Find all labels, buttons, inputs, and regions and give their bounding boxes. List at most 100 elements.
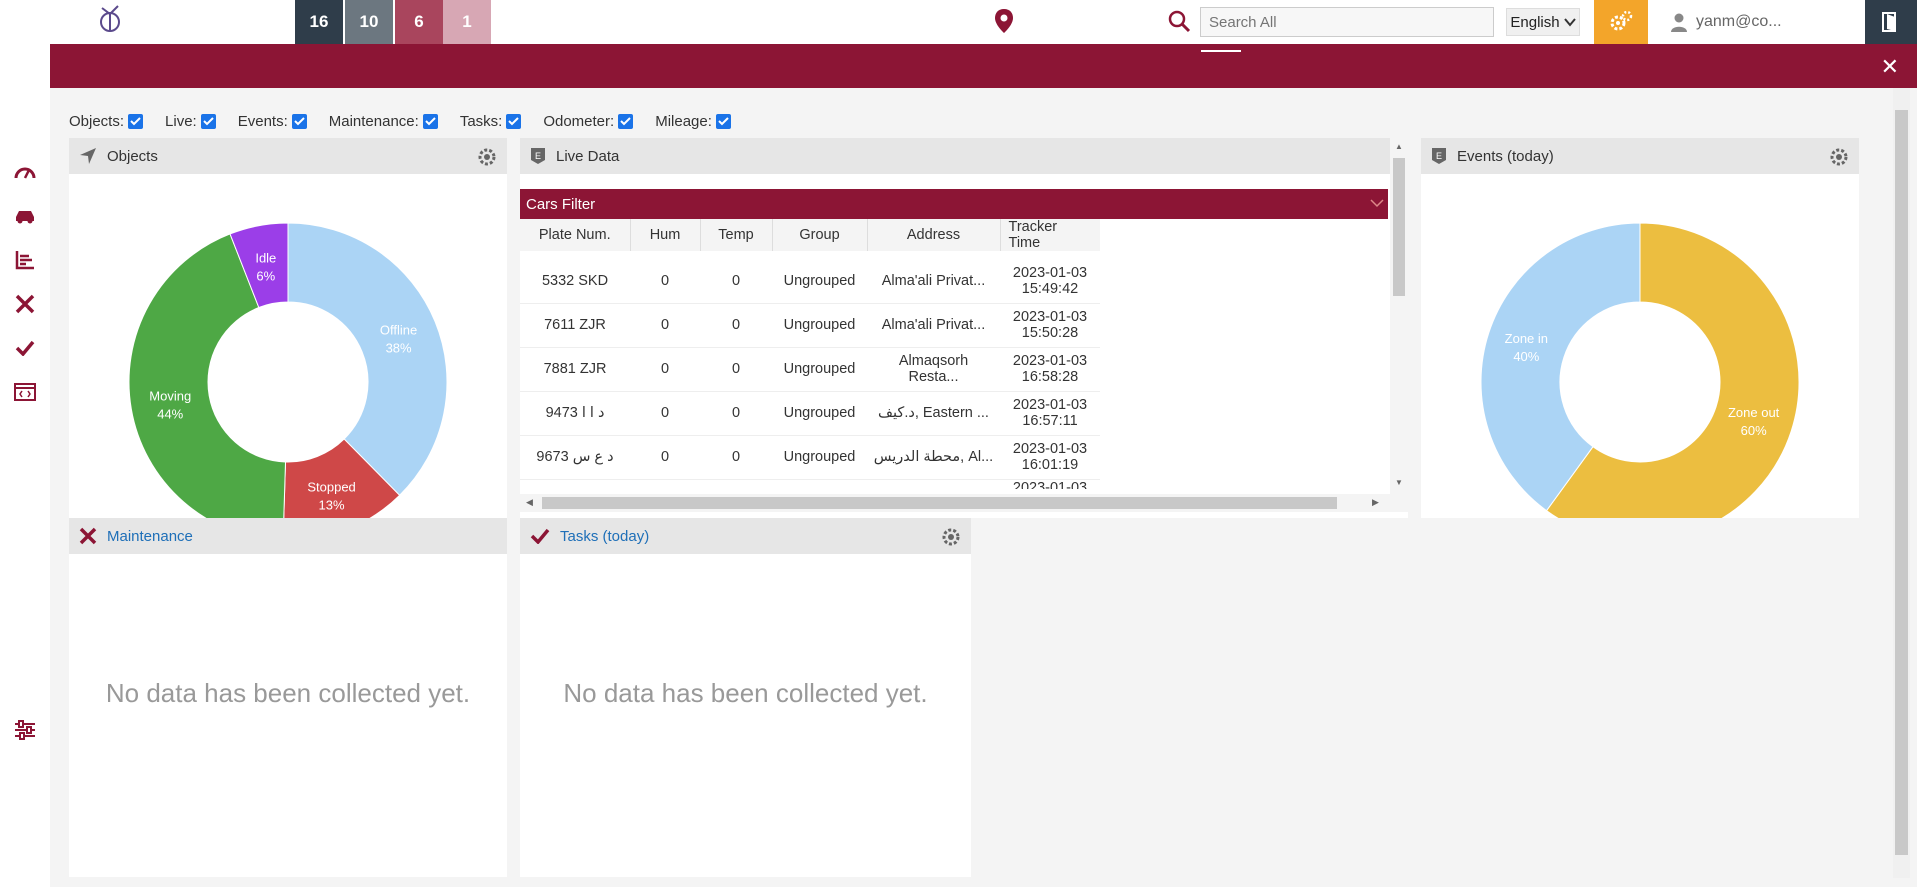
settings-button[interactable] (1594, 0, 1648, 44)
filter-maintenance[interactable]: Maintenance: (329, 113, 438, 130)
column-header[interactable]: Tracker Time (1000, 219, 1100, 251)
sidebar (0, 44, 50, 887)
objects-panel-title: Objects (107, 147, 158, 165)
maintenance-panel-title[interactable]: Maintenance (107, 528, 193, 545)
table-row[interactable]: 9473 د ا ا 0 0 Ungrouped د.كيف, Eastern … (520, 391, 1100, 436)
filter-label: Mileage: (655, 113, 712, 130)
checkbox-checked-icon[interactable] (506, 114, 522, 129)
search-icon[interactable] (1167, 9, 1191, 33)
column-header[interactable]: Temp (700, 219, 773, 251)
widget-filters: Objects: Live: Events: Maintenance: Task… (69, 113, 731, 130)
dashboard-header: ✕ (50, 44, 1917, 88)
table-row[interactable]: 9673 د ع س 0 0 Ungrouped محطة الدريس, Al… (520, 435, 1100, 480)
group-cell: Ungrouped (772, 259, 867, 304)
temp-cell (700, 479, 772, 489)
plate-cell: 9673 د ع س (520, 435, 630, 480)
close-icon[interactable]: ✕ (1881, 54, 1899, 80)
language-select[interactable]: English (1506, 8, 1580, 36)
scroll-left-icon[interactable]: ◀ (526, 497, 533, 508)
column-header[interactable]: Address (867, 219, 1001, 251)
counter-stopped[interactable]: 6 (395, 0, 443, 44)
objects-slice-percent: 13% (319, 497, 345, 512)
filter-odometer[interactable]: Odometer: (543, 113, 634, 130)
chevron-down-icon (1370, 199, 1384, 208)
checkbox-checked-icon[interactable] (422, 114, 438, 129)
tracker-time-cell: 2023-01-03 (1000, 479, 1100, 489)
code-window-icon[interactable] (13, 380, 37, 404)
column-header[interactable]: Hum (630, 219, 701, 251)
maintenance-panel: Maintenance No data has been collected y… (69, 518, 507, 877)
checkbox-checked-icon[interactable] (618, 114, 634, 129)
filter-objects[interactable]: Objects: (69, 113, 144, 130)
live-data-panel: E Live Data Cars Filter Plate Num. Hum T… (520, 138, 1408, 518)
objects-slice-name: Idle (255, 251, 276, 266)
scroll-up-icon[interactable]: ▲ (1395, 142, 1403, 151)
hum-cell: 0 (630, 435, 700, 480)
gear-icon[interactable] (941, 527, 961, 547)
navigation-arrow-icon (80, 148, 96, 164)
checkbox-checked-icon[interactable] (128, 114, 144, 129)
tracker-time-cell: 2023-01-03 16:01:19 (1000, 435, 1100, 480)
column-header[interactable]: Group (772, 219, 868, 251)
user-icon (1671, 13, 1687, 32)
filter-mileage[interactable]: Mileage: (655, 113, 731, 130)
events-slice-name: Zone out (1728, 405, 1780, 420)
tasks-check-icon[interactable] (13, 336, 37, 360)
logout-button[interactable] (1865, 0, 1917, 44)
hum-cell: 0 (630, 347, 700, 392)
events-slice-percent: 40% (1513, 349, 1539, 364)
table-row[interactable]: 5332 SKD 0 0 Ungrouped Alma'ali Privat..… (520, 259, 1100, 304)
reports-chart-icon[interactable] (13, 248, 37, 272)
live-data-vscroll-thumb[interactable] (1393, 158, 1405, 296)
top-bar: 16 10 6 1 English yanm@co... (0, 0, 1917, 44)
counter-offline[interactable]: 10 (345, 0, 393, 44)
page-scrollbar[interactable] (1893, 88, 1910, 878)
plate-cell (520, 479, 630, 489)
dashboard-icon[interactable] (13, 160, 37, 184)
event-badge-icon: E (1432, 148, 1446, 164)
gear-icon[interactable] (477, 147, 497, 167)
temp-cell: 0 (700, 259, 772, 304)
address-cell: Alma'ali Privat... (867, 303, 1000, 348)
objects-panel: Objects Offline 38% Stopped 13% Moving 44% Idl… (69, 138, 507, 542)
counter-total[interactable]: 16 (295, 0, 343, 44)
scroll-right-icon[interactable]: ▶ (1372, 497, 1379, 508)
table-row[interactable]: 2023-01-03 (520, 479, 1100, 489)
objects-donut-chart: Offline 38% Stopped 13% Moving 44% Idle 6% (128, 222, 448, 542)
tasks-panel-title[interactable]: Tasks (today) (560, 528, 649, 545)
counter-idle[interactable]: 1 (443, 0, 491, 44)
car-icon[interactable] (13, 204, 37, 228)
filter-live[interactable]: Live: (165, 113, 216, 130)
user-menu[interactable]: yanm@co... (1670, 8, 1782, 36)
filter-label: Odometer: (543, 113, 615, 130)
gears-icon (1610, 10, 1633, 31)
live-data-hscroll[interactable]: ◀ ▶ (520, 494, 1408, 512)
scroll-down-icon[interactable]: ▼ (1395, 478, 1403, 487)
column-header[interactable]: Plate Num. (520, 219, 631, 251)
tracker-time: 16:01:19 (1021, 457, 1079, 473)
objects-slice-offline[interactable] (287, 222, 448, 497)
search-input[interactable] (1200, 7, 1494, 37)
sliders-icon[interactable] (13, 718, 37, 742)
checkbox-checked-icon[interactable] (200, 114, 216, 129)
plate-cell: 7611 ZJR (520, 303, 630, 348)
checkbox-checked-icon[interactable] (715, 114, 731, 129)
events-slice-name: Zone in (1505, 331, 1548, 346)
live-data-hscroll-thumb[interactable] (542, 497, 1337, 509)
user-name: yanm@co... (1696, 13, 1782, 30)
maintenance-tools-icon[interactable] (13, 292, 37, 316)
table-row[interactable]: 7611 ZJR 0 0 Ungrouped Alma'ali Privat..… (520, 303, 1100, 348)
filter-events[interactable]: Events: (238, 113, 307, 130)
table-row[interactable]: 7881 ZJR 0 0 Ungrouped Almaqsorh Resta..… (520, 347, 1100, 392)
map-pin-icon[interactable] (993, 8, 1015, 34)
page-scrollbar-thumb[interactable] (1895, 110, 1908, 855)
hum-cell (630, 479, 700, 489)
checkbox-checked-icon[interactable] (291, 114, 307, 129)
maintenance-panel-header: Maintenance (69, 518, 507, 554)
cars-filter-bar[interactable]: Cars Filter (520, 189, 1388, 219)
app-logo[interactable] (96, 2, 124, 36)
live-data-panel-title: Live Data (556, 147, 620, 165)
live-data-vscroll[interactable]: ▲ ▼ (1390, 138, 1408, 494)
filter-tasks[interactable]: Tasks: (460, 113, 522, 130)
gear-icon[interactable] (1829, 147, 1849, 167)
